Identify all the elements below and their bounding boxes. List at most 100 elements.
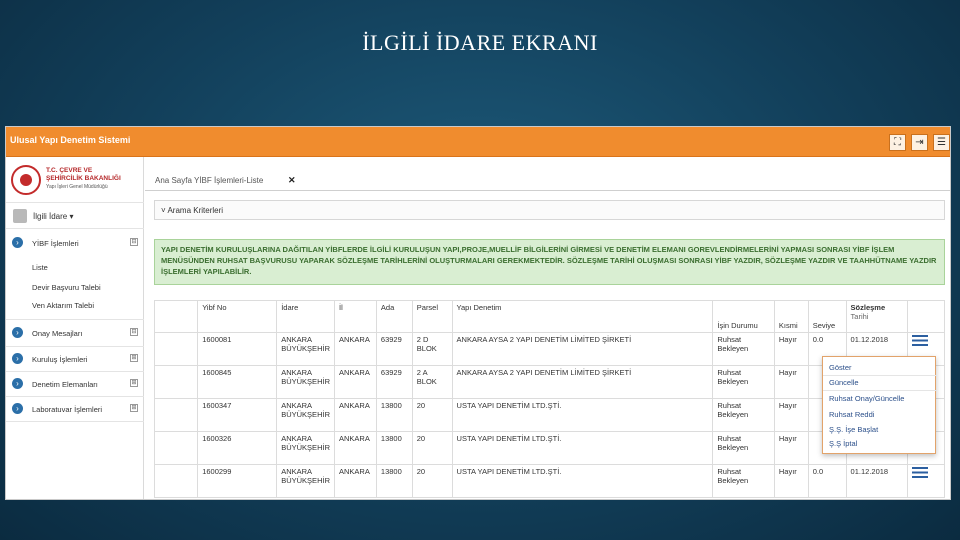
column-header-yapi-denetim[interactable]: Yapı Denetim bbox=[451, 300, 714, 333]
cell-parsel: 20 bbox=[411, 398, 453, 432]
cell-yapi-denetim: USTA YAPI DENETİM LTD.ŞTİ. bbox=[451, 431, 714, 465]
column-header-sozlesme[interactable]: Sözleşme Tarihi bbox=[845, 300, 909, 333]
info-notice: YAPI DENETİM KURULUŞLARINA DAĞITILAN YİB… bbox=[154, 239, 945, 285]
sidebar-item-label: Denetim Elemanları bbox=[32, 380, 98, 389]
collapse-icon[interactable]: ⊟ bbox=[130, 238, 138, 246]
top-bar: Ulusal Yapı Denetim Sistemi ⛶ ⇥ ☰ bbox=[6, 127, 950, 157]
arrow-circle-icon: › bbox=[12, 237, 23, 248]
breadcrumb[interactable]: Ana Sayfa YİBF İşlemleri-Liste bbox=[155, 176, 263, 185]
sidebar-subitem-ven[interactable]: Ven Aktarım Talebi bbox=[32, 301, 94, 310]
search-criteria-panel[interactable]: ˅ Arama Kriterleri bbox=[154, 200, 945, 220]
row-select-cell[interactable] bbox=[153, 365, 199, 399]
table-row[interactable]: 1600299 ANKARA BÜYÜKŞEHİR ANKARA 13800 2… bbox=[153, 464, 945, 498]
cell-il: ANKARA bbox=[333, 431, 377, 465]
tabs-strip: Ana Sayfa YİBF İşlemleri-Liste ✕ bbox=[145, 157, 950, 191]
column-header-idare[interactable]: İdare bbox=[276, 300, 335, 333]
column-header-yibf-no[interactable]: Yibf No bbox=[197, 300, 278, 333]
row-actions-dropdown: Göster Güncelle Ruhsat Onay/Güncelle Ruh… bbox=[822, 356, 937, 454]
expand-icon[interactable]: ⊞ bbox=[130, 354, 138, 362]
list-menu-icon[interactable] bbox=[912, 335, 929, 346]
avatar bbox=[13, 209, 27, 223]
sidebar-item-label: Kuruluş İşlemleri bbox=[32, 355, 88, 364]
column-header-il[interactable]: İl bbox=[333, 300, 377, 333]
column-header-seviye[interactable]: Seviye bbox=[807, 300, 847, 333]
sidebar-item-denetim[interactable]: › Denetim Elemanları ⊞ bbox=[6, 372, 144, 396]
cell-parsel: 2 D BLOK bbox=[411, 332, 453, 366]
cell-parsel: 20 bbox=[411, 431, 453, 465]
column-header-parsel[interactable]: Parsel bbox=[411, 300, 453, 333]
cell-yibf-no: 1600347 bbox=[197, 398, 278, 432]
cell-kismi: Hayır bbox=[773, 332, 809, 366]
cell-kismi: Hayır bbox=[773, 464, 809, 498]
dropdown-item-iptal[interactable]: Ş.Ş İptal bbox=[829, 439, 857, 448]
cell-yibf-no: 1600845 bbox=[197, 365, 278, 399]
app-name: Ulusal Yapı Denetim Sistemi bbox=[10, 135, 131, 145]
sidebar-item-laboratuvar[interactable]: › Laboratuvar İşlemleri ⊞ bbox=[6, 397, 144, 421]
cell-idare: ANKARA BÜYÜKŞEHİR bbox=[276, 398, 335, 432]
sidebar-item-yibf[interactable]: › YİBF İşlemleri ⊟ bbox=[6, 231, 144, 255]
column-header-isin-durumu[interactable]: İşin Durumu bbox=[712, 300, 775, 333]
cell-il: ANKARA bbox=[333, 365, 377, 399]
cell-ada: 13800 bbox=[375, 464, 413, 498]
app-screenshot: Ulusal Yapı Denetim Sistemi ⛶ ⇥ ☰ T.C. Ç… bbox=[5, 126, 951, 500]
cell-yapi-denetim: USTA YAPI DENETİM LTD.ŞTİ. bbox=[451, 398, 714, 432]
sidebar-item-kurulus[interactable]: › Kuruluş İşlemleri ⊞ bbox=[6, 347, 144, 371]
sidebar: T.C. ÇEVRE VE ŞEHİRCİLİK BAKANLIĞI Yapı … bbox=[6, 157, 144, 499]
cell-isin-durumu: Ruhsat Bekleyen bbox=[712, 431, 775, 465]
cell-isin-durumu: Ruhsat Bekleyen bbox=[712, 464, 775, 498]
divider bbox=[6, 421, 144, 422]
cell-idare: ANKARA BÜYÜKŞEHİR bbox=[276, 332, 335, 366]
row-select-cell[interactable] bbox=[153, 332, 199, 366]
cell-kismi: Hayır bbox=[773, 431, 809, 465]
user-menu[interactable]: İlgili İdare ▾ bbox=[6, 203, 144, 229]
column-header-select bbox=[153, 300, 199, 333]
cell-kismi: Hayır bbox=[773, 398, 809, 432]
sidebar-item-onay[interactable]: › Onay Mesajları ⊟ bbox=[6, 321, 144, 345]
cell-sozlesme: 01.12.2018 bbox=[845, 464, 909, 498]
fullscreen-icon: ⛶ bbox=[894, 137, 901, 148]
sidebar-subitem-devir[interactable]: Devir Başvuru Talebi bbox=[32, 283, 101, 292]
cell-yibf-no: 1600299 bbox=[197, 464, 278, 498]
cell-yapi-denetim: ANKARA AYSA 2 YAPI DENETİM LİMİTED ŞİRKE… bbox=[451, 365, 714, 399]
dropdown-item-ruhsat-reddi[interactable]: Ruhsat Reddi bbox=[829, 410, 874, 419]
cell-ada: 13800 bbox=[375, 398, 413, 432]
fullscreen-button[interactable]: ⛶ bbox=[889, 134, 906, 151]
collapse-icon[interactable]: ⊟ bbox=[130, 328, 138, 336]
cell-il: ANKARA bbox=[333, 398, 377, 432]
search-criteria-label: ˅ Arama Kriterleri bbox=[161, 206, 224, 215]
divider bbox=[6, 319, 144, 320]
row-select-cell[interactable] bbox=[153, 431, 199, 465]
arrow-circle-icon: › bbox=[12, 378, 23, 389]
cell-idare: ANKARA BÜYÜKŞEHİR bbox=[276, 464, 335, 498]
cell-isin-durumu: Ruhsat Bekleyen bbox=[712, 398, 775, 432]
cell-ada: 63929 bbox=[375, 365, 413, 399]
dropdown-item-goster[interactable]: Göster bbox=[829, 363, 852, 372]
logout-icon: ⇥ bbox=[915, 137, 924, 148]
close-icon[interactable]: ✕ bbox=[288, 175, 296, 186]
arrow-circle-icon: › bbox=[12, 353, 23, 364]
cell-ada: 13800 bbox=[375, 431, 413, 465]
list-menu-icon[interactable] bbox=[912, 467, 929, 478]
ministry-seal-icon bbox=[11, 165, 41, 195]
sidebar-item-label: YİBF İşlemleri bbox=[32, 239, 79, 248]
dropdown-item-guncelle[interactable]: Güncelle bbox=[829, 378, 859, 387]
dropdown-item-ruhsat-onay[interactable]: Ruhsat Onay/Güncelle bbox=[829, 394, 904, 403]
cell-idare: ANKARA BÜYÜKŞEHİR bbox=[276, 365, 335, 399]
menu-button[interactable]: ☰ bbox=[933, 134, 950, 151]
arrow-circle-icon: › bbox=[12, 403, 23, 414]
cell-parsel: 2 A BLOK bbox=[411, 365, 453, 399]
dropdown-item-ise-baslat[interactable]: Ş.Ş. İşe Başlat bbox=[829, 425, 878, 434]
hamburger-icon: ☰ bbox=[937, 137, 946, 148]
column-header-actions bbox=[907, 300, 945, 333]
cell-yapi-denetim: USTA YAPI DENETİM LTD.ŞTİ. bbox=[451, 464, 714, 498]
logout-button[interactable]: ⇥ bbox=[911, 134, 928, 151]
expand-icon[interactable]: ⊞ bbox=[130, 404, 138, 412]
row-select-cell[interactable] bbox=[153, 398, 199, 432]
column-header-ada[interactable]: Ada bbox=[375, 300, 413, 333]
row-select-cell[interactable] bbox=[153, 464, 199, 498]
column-header-kismi[interactable]: Kısmi bbox=[773, 300, 809, 333]
expand-icon[interactable]: ⊞ bbox=[130, 379, 138, 387]
sidebar-subitem-liste[interactable]: Liste bbox=[32, 263, 48, 272]
cell-il: ANKARA bbox=[333, 332, 377, 366]
row-actions-cell[interactable] bbox=[907, 464, 945, 498]
